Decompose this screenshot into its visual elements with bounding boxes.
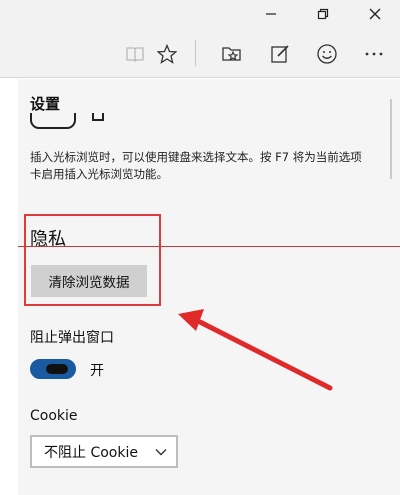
annotation-arrow xyxy=(178,309,333,391)
